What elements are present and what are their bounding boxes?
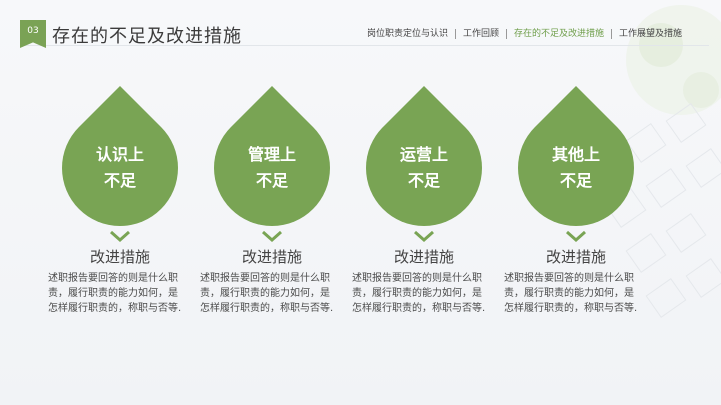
card-heading: 改进措施 [89,248,150,266]
card-operation: 运营上 不足 改进措施 述职报告要回答的则是什么职责，履行职责的能力如何，是怎样… [341,85,507,340]
leaf-label: 其他上 不足 [518,110,634,226]
chevron-down-icon [566,230,586,242]
card-description: 述职报告要回答的则是什么职责，履行职责的能力如何，是怎样履行职责的，称职与否等. [352,273,486,314]
leaf-line2: 不足 [559,171,592,190]
leaf-line1: 管理上 [247,145,296,164]
card-cognition: 认识上 不足 改进措施 述职报告要回答的则是什么职责，履行职责的能力如何，是怎样… [37,85,203,340]
leaf-line1: 认识上 [95,145,144,164]
card-heading: 改进措施 [545,248,606,266]
card-description: 述职报告要回答的则是什么职责，履行职责的能力如何，是怎样履行职责的，称职与否等. [48,273,182,314]
chevron-down-icon [110,230,130,242]
card-description: 述职报告要回答的则是什么职责，履行职责的能力如何，是怎样履行职责的，称职与否等. [200,273,334,314]
leaf-label: 管理上 不足 [214,110,330,226]
chevron-down-icon [262,230,282,242]
leaf-line2: 不足 [103,171,136,190]
leaf-line2: 不足 [255,171,288,190]
card-heading: 改进措施 [393,248,454,266]
cards-container: 认识上 不足 改进措施 述职报告要回答的则是什么职责，履行职责的能力如何，是怎样… [0,0,721,405]
leaf-line1: 其他上 [551,145,600,164]
leaf-line2: 不足 [407,171,440,190]
leaf-label: 认识上 不足 [62,110,178,226]
card-description: 述职报告要回答的则是什么职责，履行职责的能力如何，是怎样履行职责的，称职与否等. [504,273,638,314]
card-other: 其他上 不足 改进措施 述职报告要回答的则是什么职责，履行职责的能力如何，是怎样… [493,85,659,340]
leaf-label: 运营上 不足 [366,110,482,226]
leaf-line1: 运营上 [399,145,448,164]
chevron-down-icon [414,230,434,242]
card-heading: 改进措施 [241,248,302,266]
card-management: 管理上 不足 改进措施 述职报告要回答的则是什么职责，履行职责的能力如何，是怎样… [189,85,355,340]
